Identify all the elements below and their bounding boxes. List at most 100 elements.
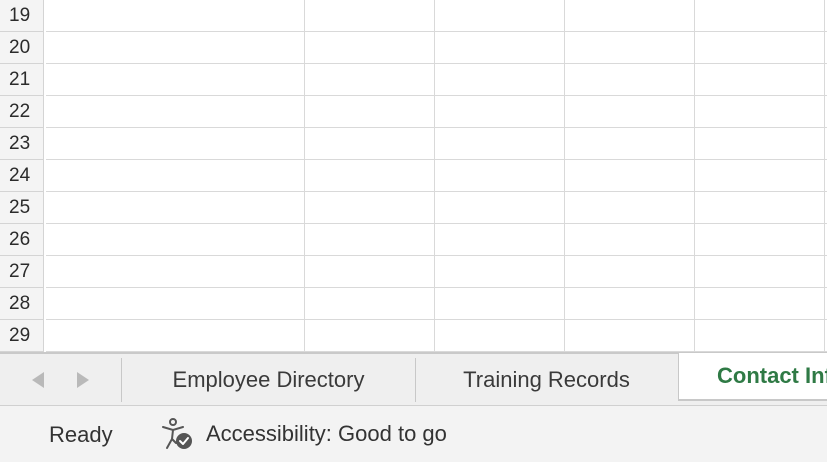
grid-row: 24	[0, 160, 827, 192]
grid-row: 19	[0, 0, 827, 32]
grid-cell[interactable]	[175, 224, 305, 256]
grid-cell[interactable]	[565, 160, 695, 192]
status-ready-text: Ready	[49, 422, 113, 447]
grid-cell[interactable]	[435, 224, 565, 256]
grid-cell[interactable]	[305, 192, 435, 224]
grid-cell[interactable]	[46, 224, 176, 256]
grid-cell[interactable]	[565, 256, 695, 288]
row-header[interactable]: 19	[0, 0, 44, 32]
grid-cell[interactable]	[46, 0, 176, 32]
grid-row: 26	[0, 224, 827, 256]
previous-sheet-button[interactable]	[27, 368, 49, 392]
grid-cell[interactable]	[305, 64, 435, 96]
grid-cell[interactable]	[175, 32, 305, 64]
grid-cell[interactable]	[565, 32, 695, 64]
row-header[interactable]: 29	[0, 320, 44, 352]
grid-cell[interactable]	[695, 64, 825, 96]
grid-cell[interactable]	[565, 128, 695, 160]
grid-cell[interactable]	[175, 160, 305, 192]
grid-row: 20	[0, 32, 827, 64]
grid-cell[interactable]	[565, 192, 695, 224]
grid-cell[interactable]	[46, 96, 176, 128]
grid-cell[interactable]	[46, 288, 176, 320]
grid-cell[interactable]	[175, 128, 305, 160]
grid-cell[interactable]	[305, 32, 435, 64]
grid-cell[interactable]	[305, 288, 435, 320]
grid-cell[interactable]	[565, 96, 695, 128]
row-header[interactable]: 21	[0, 64, 44, 96]
grid-row: 25	[0, 192, 827, 224]
accessibility-status-text: Accessibility: Good to go	[206, 421, 447, 446]
row-header[interactable]: 23	[0, 128, 44, 160]
grid-cell[interactable]	[305, 0, 435, 32]
row-header[interactable]: 27	[0, 256, 44, 288]
grid-cell[interactable]	[565, 64, 695, 96]
row-header[interactable]: 25	[0, 192, 44, 224]
sheet-tab-training-records[interactable]: Training Records	[416, 354, 677, 405]
grid-cell[interactable]	[695, 192, 825, 224]
grid-cell[interactable]	[46, 32, 176, 64]
row-header[interactable]: 26	[0, 224, 44, 256]
grid-cell[interactable]	[175, 320, 305, 352]
grid-cell[interactable]	[435, 288, 565, 320]
grid-row: 28	[0, 288, 827, 320]
grid-row: 23	[0, 128, 827, 160]
grid-cell[interactable]	[46, 192, 176, 224]
grid-cell[interactable]	[175, 96, 305, 128]
grid-cell[interactable]	[435, 160, 565, 192]
row-header[interactable]: 24	[0, 160, 44, 192]
grid-cell[interactable]	[305, 128, 435, 160]
grid-cell[interactable]	[305, 256, 435, 288]
grid-cell[interactable]	[305, 224, 435, 256]
grid-cell[interactable]	[305, 160, 435, 192]
grid-cell[interactable]	[695, 288, 825, 320]
row-header[interactable]: 20	[0, 32, 44, 64]
sheet-tab-contact-information[interactable]: Contact Information	[678, 353, 827, 399]
grid-cell[interactable]	[46, 128, 176, 160]
grid-cell[interactable]	[695, 224, 825, 256]
sheet-tab-employee-directory[interactable]: Employee Directory	[122, 354, 415, 405]
grid-cell[interactable]	[695, 256, 825, 288]
grid-cell[interactable]	[46, 64, 176, 96]
grid-cell[interactable]	[46, 160, 176, 192]
grid-cell[interactable]	[565, 224, 695, 256]
grid-row: 22	[0, 96, 827, 128]
grid-cell[interactable]	[435, 32, 565, 64]
status-bar: Ready Accessibility: Good to go	[0, 406, 827, 462]
grid-cell[interactable]	[695, 160, 825, 192]
grid-cell[interactable]	[175, 192, 305, 224]
grid-cell[interactable]	[435, 96, 565, 128]
grid-cell[interactable]	[175, 288, 305, 320]
row-header[interactable]: 28	[0, 288, 44, 320]
grid-cell[interactable]	[46, 320, 176, 352]
chevron-right-icon	[77, 372, 89, 388]
grid-cell[interactable]	[565, 0, 695, 32]
grid-cell[interactable]	[175, 64, 305, 96]
spreadsheet-window: 19 20 21 22 23 24 25 26 27 28 29 Employee Director…	[0, 0, 827, 462]
grid-cell[interactable]	[435, 64, 565, 96]
accessibility-checker-button[interactable]: Accessibility: Good to go	[160, 418, 447, 450]
grid-cell[interactable]	[435, 128, 565, 160]
grid-cell[interactable]	[695, 128, 825, 160]
grid-cell[interactable]	[435, 0, 565, 32]
grid-cell[interactable]	[305, 96, 435, 128]
grid-row: 29	[0, 320, 827, 352]
grid-cell[interactable]	[695, 320, 825, 352]
grid-cell[interactable]	[695, 0, 825, 32]
grid-cell[interactable]	[305, 320, 435, 352]
grid-cell[interactable]	[175, 0, 305, 32]
grid-cell[interactable]	[435, 256, 565, 288]
worksheet-grid: 19 20 21 22 23 24 25 26 27 28 29	[0, 0, 827, 353]
grid-cell[interactable]	[565, 320, 695, 352]
row-header[interactable]: 22	[0, 96, 44, 128]
grid-cell[interactable]	[46, 256, 176, 288]
grid-cell[interactable]	[695, 96, 825, 128]
grid-cell[interactable]	[565, 288, 695, 320]
grid-cell[interactable]	[435, 192, 565, 224]
grid-cell[interactable]	[175, 256, 305, 288]
grid-row: 21	[0, 64, 827, 96]
grid-cell[interactable]	[435, 320, 565, 352]
grid-cell[interactable]	[695, 32, 825, 64]
chevron-left-icon	[32, 372, 44, 388]
next-sheet-button[interactable]	[72, 368, 94, 392]
